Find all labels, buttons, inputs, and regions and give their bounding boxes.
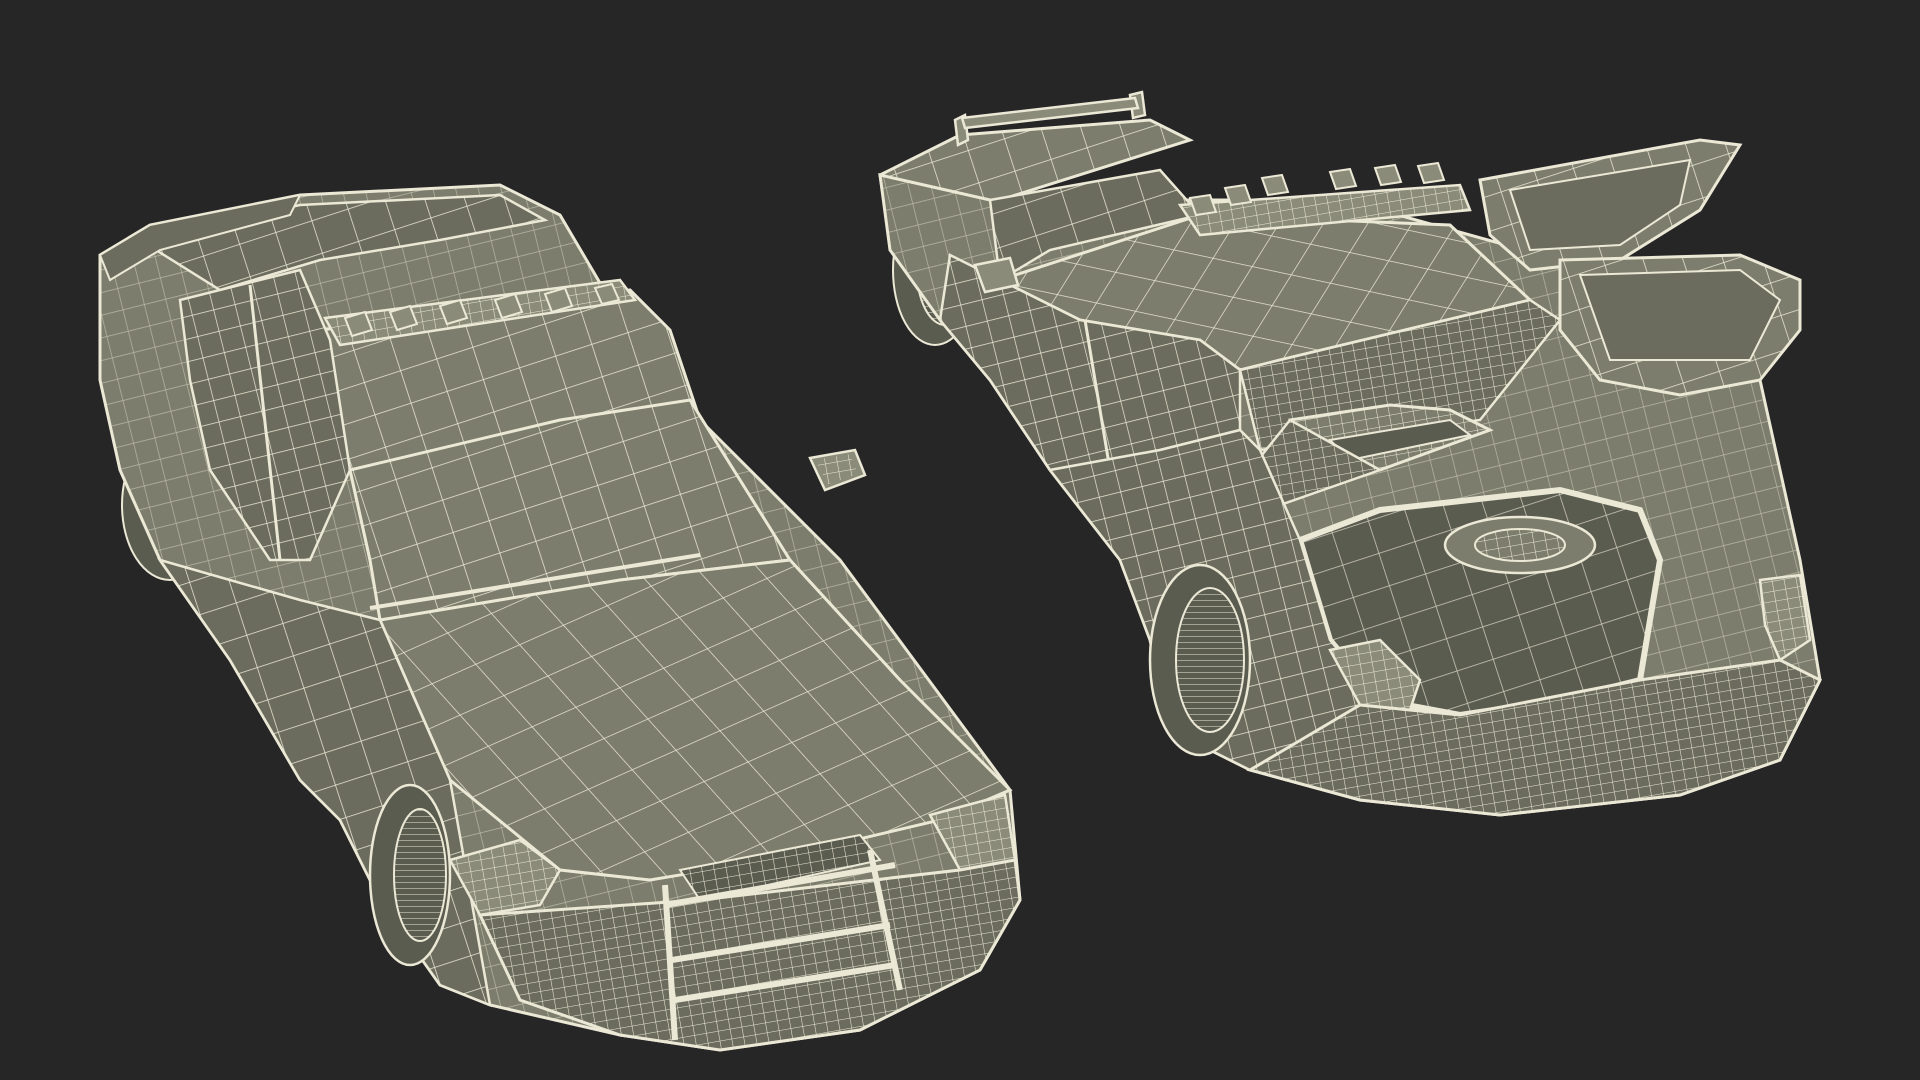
front-wheel	[368, 783, 452, 967]
side-mirror	[808, 448, 867, 492]
spare-tire	[1443, 515, 1597, 575]
rear-wheel	[1148, 563, 1252, 757]
viewport	[0, 0, 1920, 1080]
open-rear-door	[1478, 138, 1743, 272]
police-car-rear-view-open	[878, 90, 1823, 817]
open-front-door	[1558, 253, 1802, 397]
wireframe-scene	[98, 90, 1823, 1052]
police-car-front-view	[98, 183, 1022, 1052]
